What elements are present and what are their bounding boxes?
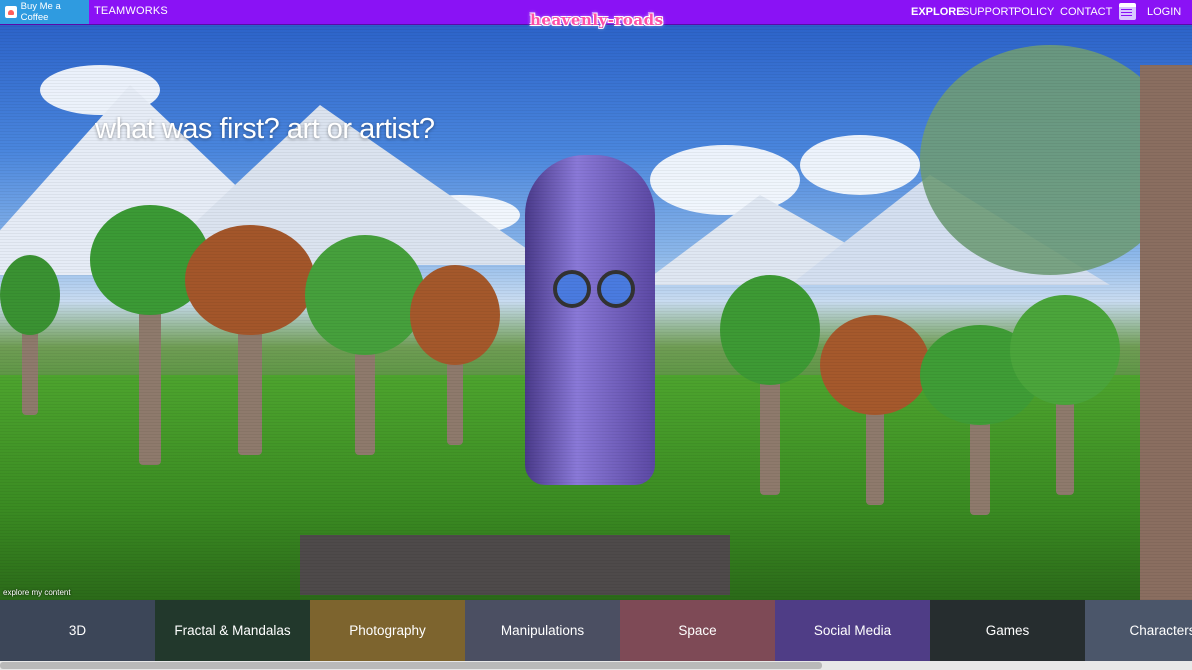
- category-label: Space: [678, 623, 717, 638]
- category-label: Characters: [1129, 623, 1192, 638]
- category-label: Fractal & Mandalas: [174, 623, 291, 638]
- nav-policy-link[interactable]: POLICY: [1014, 6, 1054, 18]
- large-tree-trunk: [1140, 65, 1192, 600]
- category-label: 3D: [68, 623, 87, 638]
- top-navigation-bar: Buy Me a Coffee TEAMWORKS heavenly-roads…: [0, 0, 1192, 29]
- category-label: Manipulations: [500, 623, 585, 638]
- nav-explore-link[interactable]: EXPLORE: [911, 6, 964, 18]
- nav-support-link[interactable]: SUPPORT: [962, 6, 1015, 18]
- hero-tagline: what was first? art or artist?: [95, 113, 435, 145]
- category-tile-characters[interactable]: Characters: [1085, 600, 1192, 661]
- teamworks-link[interactable]: TEAMWORKS: [94, 5, 168, 17]
- category-tile-photography[interactable]: Photography: [310, 600, 465, 661]
- tree-shape: [0, 255, 60, 415]
- tree-shape: [820, 315, 930, 505]
- calendar-icon[interactable]: [1119, 3, 1136, 20]
- nav-contact-link[interactable]: CONTACT: [1060, 6, 1112, 18]
- category-tile-manipulations[interactable]: Manipulations: [465, 600, 620, 661]
- tree-shape: [185, 225, 315, 455]
- category-tile-social-media[interactable]: Social Media: [775, 600, 930, 661]
- hero-banner-image: what was first? art or artist? explore m…: [0, 25, 1192, 600]
- explore-content-link[interactable]: explore my content: [3, 588, 71, 597]
- tree-shape: [305, 235, 425, 455]
- category-strip: 3D Fractal & Mandalas Photography Manipu…: [0, 600, 1192, 661]
- category-tile-games[interactable]: Games: [930, 600, 1085, 661]
- buy-me-a-coffee-button[interactable]: Buy Me a Coffee: [0, 0, 89, 24]
- tree-shape: [720, 275, 820, 495]
- nav-login-link[interactable]: LOGIN: [1147, 6, 1181, 18]
- category-label: Social Media: [813, 623, 892, 638]
- horizontal-scrollbar-thumb[interactable]: [0, 662, 822, 669]
- stage-platform: [300, 535, 730, 595]
- category-tile-3d[interactable]: 3D: [0, 600, 155, 661]
- buy-me-a-coffee-label: Buy Me a Coffee: [20, 1, 61, 23]
- site-logo[interactable]: heavenly-roads: [530, 11, 664, 29]
- category-tile-fractal-mandalas[interactable]: Fractal & Mandalas: [155, 600, 310, 661]
- coffee-cup-icon: [5, 6, 17, 18]
- rocket-house-illustration: [525, 155, 655, 485]
- tree-shape: [1010, 295, 1120, 495]
- category-tile-space[interactable]: Space: [620, 600, 775, 661]
- category-label: Games: [985, 623, 1030, 638]
- tree-shape: [410, 265, 500, 445]
- category-label: Photography: [349, 623, 426, 638]
